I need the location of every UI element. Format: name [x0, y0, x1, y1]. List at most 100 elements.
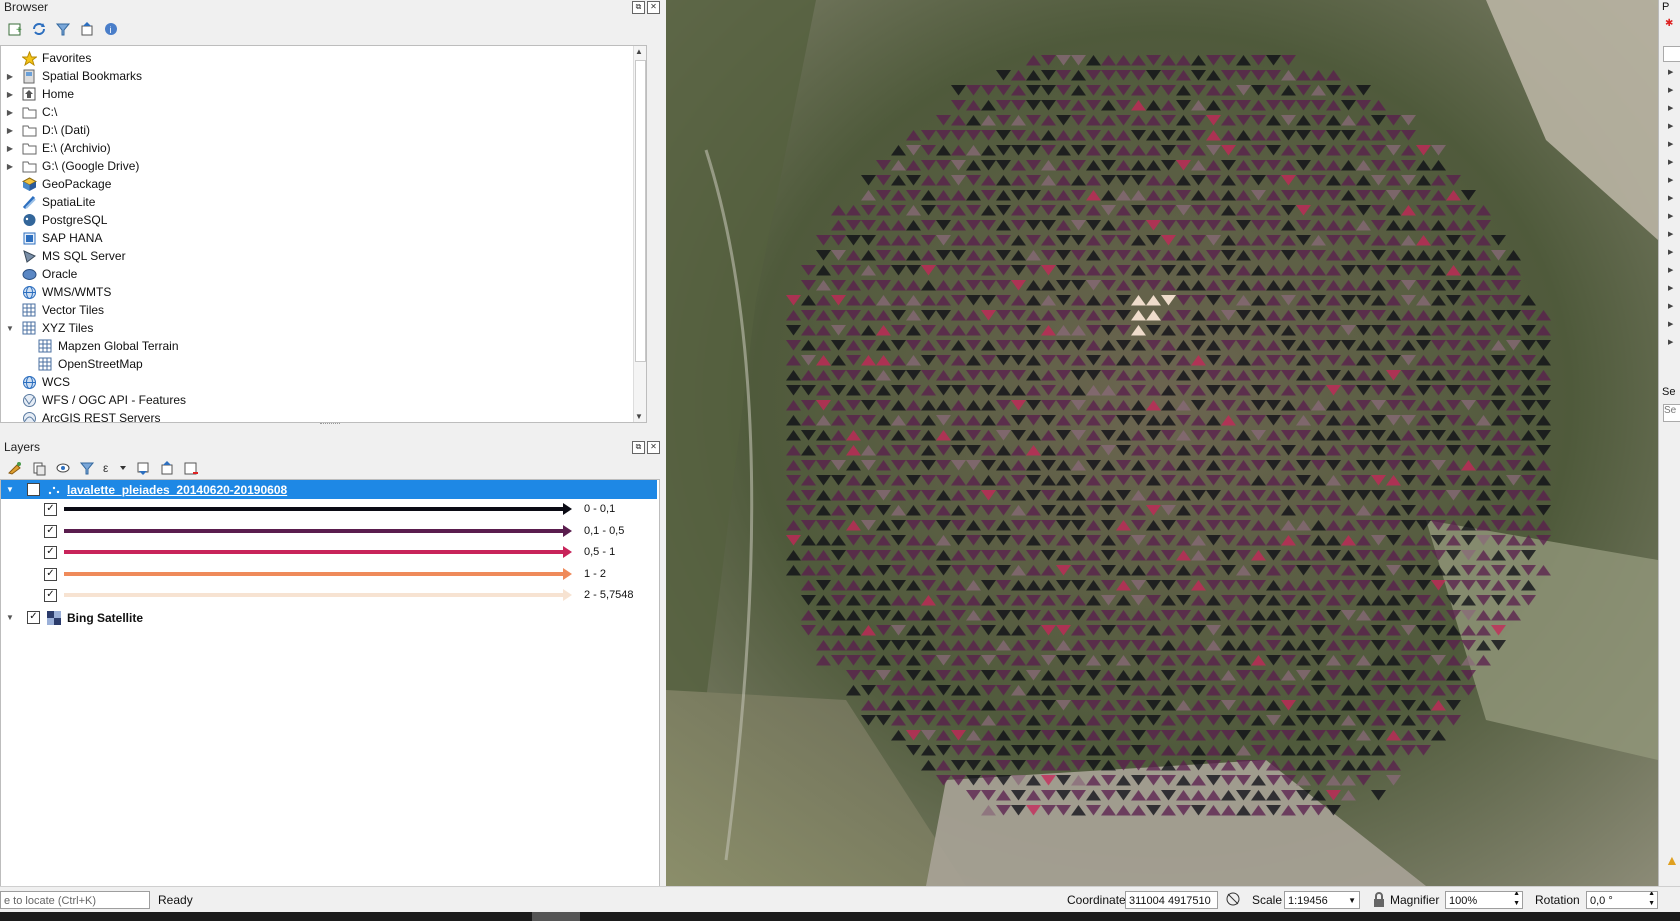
refresh-icon[interactable]: [30, 20, 48, 38]
style-panel-icon[interactable]: [6, 459, 24, 477]
panel-splitter[interactable]: [320, 423, 340, 428]
browser-item[interactable]: ▶ Home: [1, 85, 74, 103]
expand-arrow-icon[interactable]: ▶: [1668, 248, 1673, 256]
browser-item[interactable]: SpatiaLite: [1, 193, 95, 211]
filter-legend-icon[interactable]: [78, 459, 96, 477]
browser-item[interactable]: Oracle: [1, 265, 77, 283]
browser-item[interactable]: WMS/WMTS: [1, 283, 111, 301]
expand-arrow-icon[interactable]: ▶: [1668, 104, 1673, 112]
locator-search-input[interactable]: e to locate (Ctrl+K): [0, 891, 150, 909]
browser-item[interactable]: Vector Tiles: [1, 301, 104, 319]
browser-item[interactable]: ▶ Spatial Bookmarks: [1, 67, 142, 85]
browser-item[interactable]: ▶ E:\ (Archivio): [1, 139, 111, 157]
chevron-down-icon[interactable]: ▼: [1348, 892, 1356, 908]
legend-checkbox[interactable]: ✓: [44, 546, 57, 559]
browser-item[interactable]: WFS / OGC API - Features: [1, 391, 186, 409]
map-canvas[interactable]: [666, 0, 1658, 886]
layer-visibility-checkbox[interactable]: ✓: [27, 611, 40, 624]
layers-tree[interactable]: ▼ ✓ lavalette_pleiades_20140620-20190608…: [0, 479, 660, 887]
expand-arrow-icon[interactable]: ▶: [5, 108, 15, 117]
legend-item[interactable]: ✓ 0 - 0,1: [1, 500, 657, 519]
visibility-icon[interactable]: [54, 459, 72, 477]
collapse-all-layers-icon[interactable]: [158, 459, 176, 477]
legend-item[interactable]: ✓ 0,5 - 1: [1, 543, 657, 562]
browser-item[interactable]: Mapzen Global Terrain: [1, 337, 179, 355]
warning-icon[interactable]: ▲: [1665, 852, 1679, 868]
browser-item[interactable]: ▶ D:\ (Dati): [1, 121, 90, 139]
expand-arrow-icon[interactable]: ▶: [5, 90, 15, 99]
postgresql-icon: [21, 212, 37, 228]
expand-arrow-icon[interactable]: ▶: [1668, 158, 1673, 166]
expand-arrow-icon[interactable]: ▶: [1668, 266, 1673, 274]
extents-toggle-icon[interactable]: [1225, 891, 1241, 910]
legend-checkbox[interactable]: ✓: [44, 503, 57, 516]
expand-arrow-icon[interactable]: ▶: [5, 162, 15, 171]
browser-item[interactable]: PostgreSQL: [1, 211, 107, 229]
browser-item[interactable]: ArcGIS REST Servers: [1, 409, 160, 422]
expand-arrow-icon[interactable]: ▶: [1668, 122, 1673, 130]
expand-arrow-icon[interactable]: ▶: [1668, 338, 1673, 346]
close-panel-button[interactable]: ✕: [647, 1, 660, 14]
layer-visibility-checkbox[interactable]: ✓: [27, 483, 40, 496]
collapse-arrow-icon[interactable]: ▼: [5, 613, 15, 622]
spin-arrows-icon[interactable]: ▲ ▼: [1513, 892, 1520, 908]
remove-layer-icon[interactable]: [182, 459, 200, 477]
expand-arrow-icon[interactable]: ▶: [1668, 176, 1673, 184]
layer-name: Bing Satellite: [67, 610, 144, 625]
right-dock-input[interactable]: Se: [1663, 404, 1680, 422]
add-group-icon[interactable]: [30, 459, 48, 477]
browser-scrollbar[interactable]: ▲ ▼: [633, 46, 646, 422]
legend-checkbox[interactable]: ✓: [44, 589, 57, 602]
expand-arrow-icon[interactable]: ▶: [5, 72, 15, 81]
legend-checkbox[interactable]: ✓: [44, 567, 57, 581]
expand-arrow-icon[interactable]: ▶: [1668, 284, 1673, 292]
browser-item[interactable]: WCS: [1, 373, 70, 391]
expand-arrow-icon[interactable]: ▶: [5, 144, 15, 153]
legend-item[interactable]: ✓ 0,1 - 0,5: [1, 522, 657, 541]
scrollbar-thumb[interactable]: [635, 60, 646, 362]
expand-arrow-icon[interactable]: ▶: [1668, 320, 1673, 328]
collapse-arrow-icon[interactable]: ▼: [5, 324, 15, 333]
info-icon[interactable]: i: [102, 20, 120, 38]
browser-item[interactable]: GeoPackage: [1, 175, 111, 193]
expand-arrow-icon[interactable]: ▶: [1668, 194, 1673, 202]
float-panel-button[interactable]: ⧉: [632, 1, 645, 14]
scale-combobox[interactable]: 1:19456 ▼: [1284, 891, 1360, 909]
expand-arrow-icon[interactable]: ▶: [5, 126, 15, 135]
coordinate-field[interactable]: 311004 4917510: [1125, 891, 1218, 909]
expand-all-icon[interactable]: [134, 459, 152, 477]
add-layer-icon[interactable]: +: [6, 20, 24, 38]
gear-icon[interactable]: ✱: [1665, 18, 1673, 29]
expand-arrow-icon[interactable]: ▶: [1668, 302, 1673, 310]
magnifier-spinbox[interactable]: 100% ▲ ▼: [1445, 891, 1523, 909]
filter-icon[interactable]: [54, 20, 72, 38]
browser-item[interactable]: SAP HANA: [1, 229, 102, 247]
layer-row-pleiades[interactable]: ▼ ✓ lavalette_pleiades_20140620-20190608: [1, 480, 657, 499]
close-panel-button[interactable]: ✕: [647, 441, 660, 454]
browser-item[interactable]: OpenStreetMap: [1, 355, 143, 373]
collapse-arrow-icon[interactable]: ▼: [5, 485, 15, 494]
browser-tree[interactable]: Favorites ▶ Spatial Bookmarks ▶ Home ▶ C:\ ▶ D:\…: [0, 45, 647, 423]
filter-expression-icon[interactable]: ε: [102, 459, 128, 477]
float-panel-button[interactable]: ⧉: [632, 441, 645, 454]
browser-item-label: OpenStreetMap: [58, 357, 143, 371]
layer-row-bing[interactable]: ▼ ✓ Bing Satellite: [1, 608, 657, 627]
right-dock-search[interactable]: [1663, 46, 1680, 62]
spin-arrows-icon[interactable]: ▲ ▼: [1648, 892, 1655, 908]
collapse-all-icon[interactable]: [78, 20, 96, 38]
rotation-spinbox[interactable]: 0,0 ° ▲ ▼: [1586, 891, 1658, 909]
expand-arrow-icon[interactable]: ▶: [1668, 140, 1673, 148]
legend-item[interactable]: ✓ 2 - 5,7548: [1, 586, 657, 605]
browser-item[interactable]: ▼ XYZ Tiles: [1, 319, 93, 337]
legend-item[interactable]: ✓ 1 - 2: [1, 565, 657, 584]
browser-item[interactable]: ▶ G:\ (Google Drive): [1, 157, 139, 175]
browser-item[interactable]: ▶ C:\: [1, 103, 57, 121]
expand-arrow-icon[interactable]: ▶: [1668, 230, 1673, 238]
expand-arrow-icon[interactable]: ▶: [1668, 86, 1673, 94]
legend-checkbox[interactable]: ✓: [44, 524, 57, 538]
browser-item[interactable]: Favorites: [1, 49, 91, 67]
expand-arrow-icon[interactable]: ▶: [1668, 68, 1673, 76]
browser-item[interactable]: MS SQL Server: [1, 247, 126, 265]
lock-scale-icon[interactable]: [1372, 892, 1386, 911]
expand-arrow-icon[interactable]: ▶: [1668, 212, 1673, 220]
